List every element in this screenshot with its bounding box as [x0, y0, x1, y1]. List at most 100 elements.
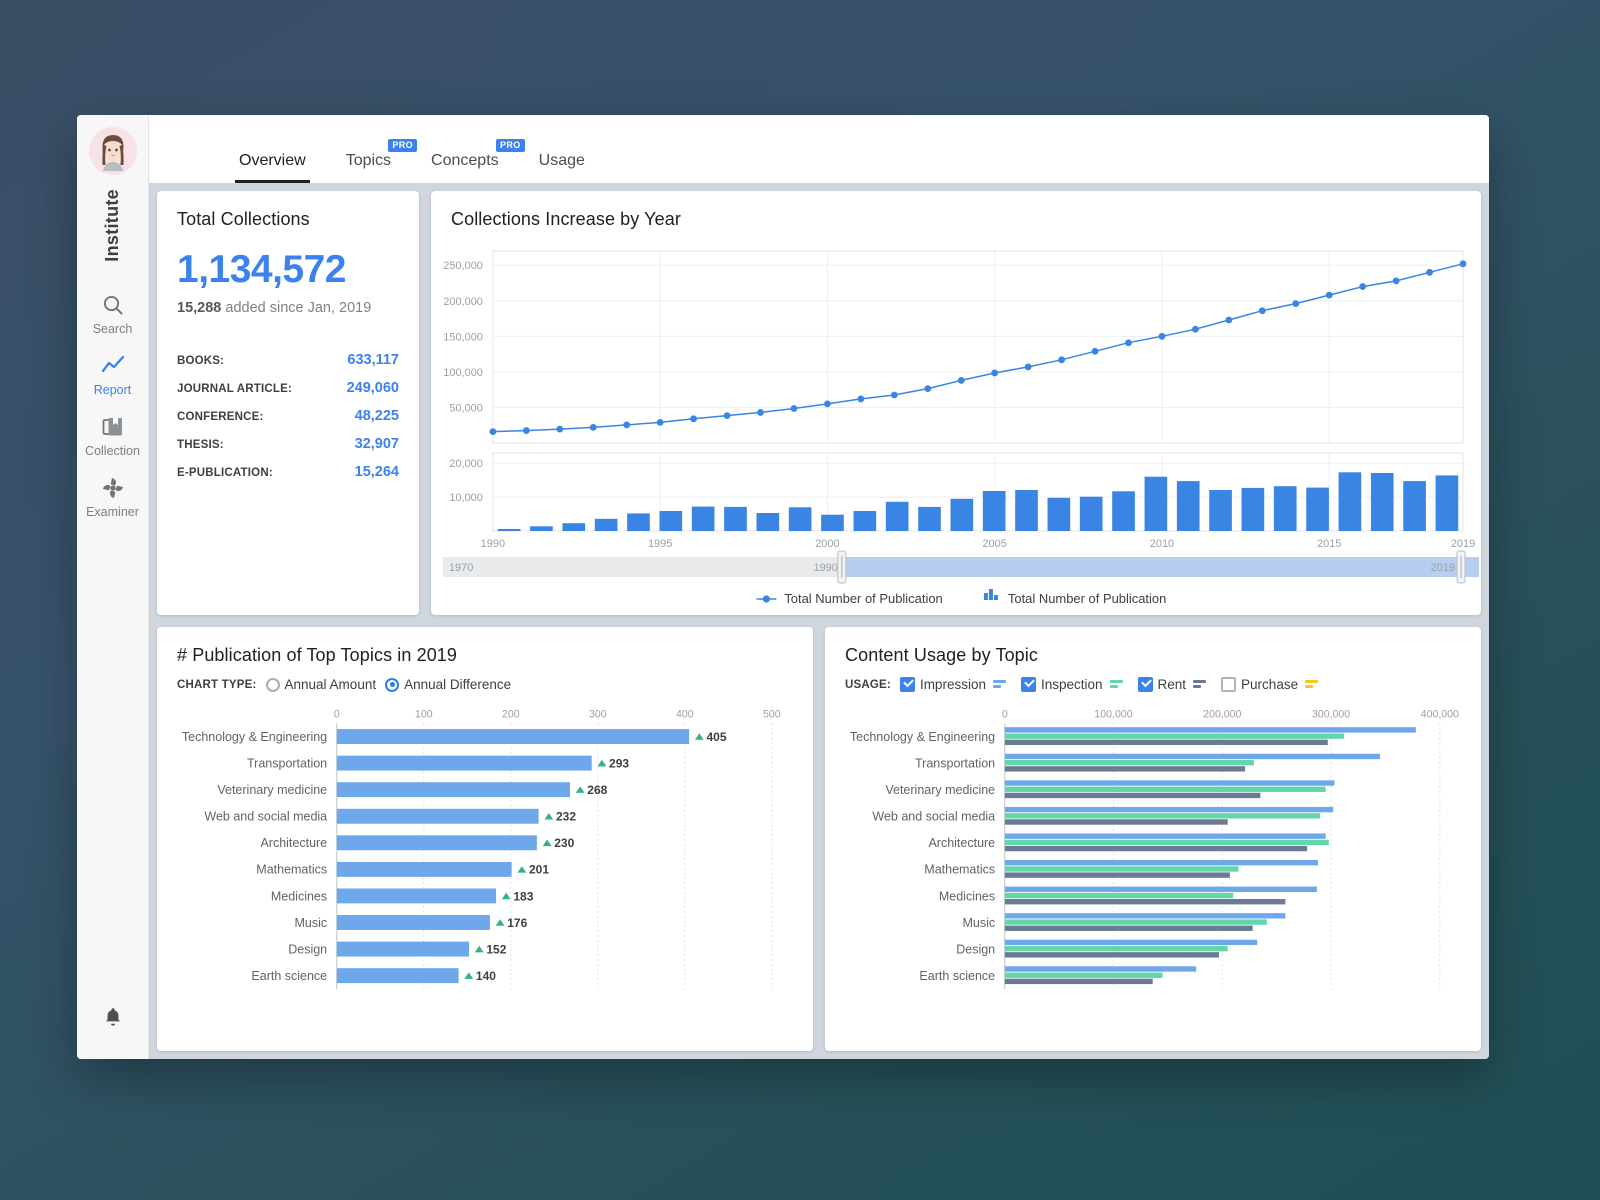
line-data-point[interactable] [957, 377, 965, 384]
line-data-point[interactable] [991, 369, 999, 377]
checkbox-rent[interactable]: Rent [1137, 677, 1207, 692]
breakdown-value[interactable]: 32,907 [355, 436, 399, 452]
line-data-point[interactable] [656, 418, 664, 426]
bar-data-point[interactable] [724, 506, 747, 531]
bar-data-point[interactable] [1015, 490, 1038, 531]
breakdown-value[interactable]: 249,060 [347, 380, 399, 396]
bar-data-point[interactable] [336, 755, 592, 771]
line-data-point[interactable] [857, 395, 865, 403]
tab-topics[interactable]: Topics PRO [346, 139, 418, 183]
bar-data-point[interactable] [1004, 733, 1345, 739]
line-data-point[interactable] [723, 412, 731, 420]
checkbox-inspection[interactable]: Inspection [1020, 677, 1123, 692]
bar-data-point[interactable] [853, 511, 877, 531]
top-topics-chart[interactable]: 0 100 200 300 400 500 Technology & Engineering… [177, 698, 793, 1018]
bar-data-point[interactable] [1004, 813, 1321, 819]
bar-data-point[interactable] [885, 501, 909, 531]
tab-usage[interactable]: Usage [539, 152, 585, 183]
line-data-point[interactable] [924, 385, 932, 392]
bar-data-point[interactable] [982, 491, 1006, 531]
radio-annual-amount[interactable]: Annual Amount [265, 677, 376, 692]
line-data-point[interactable] [1392, 277, 1400, 285]
bar-data-point[interactable] [691, 506, 715, 531]
bar-data-point[interactable] [1004, 872, 1230, 878]
sidebar-item-report[interactable]: Report [77, 345, 149, 406]
radio-annual-difference[interactable]: Annual Difference [385, 677, 511, 692]
bar-data-point[interactable] [918, 506, 941, 531]
line-data-point[interactable] [1225, 316, 1233, 324]
tab-concepts[interactable]: Concepts PRO [431, 139, 525, 183]
bar-data-point[interactable] [336, 888, 496, 904]
bar-data-point[interactable] [659, 511, 683, 531]
line-data-point[interactable] [1258, 307, 1266, 315]
bar-data-point[interactable] [1004, 845, 1308, 852]
bar-data-point[interactable] [1004, 833, 1326, 839]
bar-data-point[interactable] [1004, 866, 1239, 872]
range-slider[interactable]: 1970 1990 2019 [442, 550, 1480, 584]
bar-data-point[interactable] [1004, 952, 1220, 958]
bar-data-point[interactable] [336, 782, 570, 798]
bar-data-point[interactable] [627, 513, 650, 531]
bar-data-point[interactable] [336, 861, 512, 877]
bar-data-point[interactable] [1004, 925, 1253, 931]
bar-data-point[interactable] [336, 968, 459, 984]
line-data-point[interactable] [690, 415, 697, 423]
breakdown-value[interactable]: 15,264 [355, 464, 399, 480]
line-data-point[interactable] [790, 405, 798, 412]
bar-data-point[interactable] [1209, 490, 1232, 531]
bar-data-point[interactable] [1004, 753, 1381, 760]
bar-data-point[interactable] [1004, 966, 1197, 972]
bar-data-point[interactable] [1435, 475, 1459, 531]
bar-data-point[interactable] [1004, 886, 1317, 892]
bar-data-point[interactable] [1403, 481, 1426, 531]
sidebar-item-examiner[interactable]: Examiner [77, 467, 149, 528]
bar-data-point[interactable] [1112, 491, 1135, 531]
bar-data-point[interactable] [821, 514, 844, 531]
bar-data-point[interactable] [756, 513, 780, 531]
line-data-point[interactable] [589, 423, 597, 431]
bar-data-point[interactable] [336, 835, 537, 851]
tab-overview[interactable]: Overview [235, 152, 310, 183]
line-data-point[interactable] [1459, 260, 1467, 268]
bar-data-point[interactable] [1004, 860, 1318, 866]
line-data-point[interactable] [1091, 347, 1099, 355]
bar-data-point[interactable] [1176, 481, 1200, 531]
bar-data-point[interactable] [1004, 739, 1328, 746]
bar-data-point[interactable] [1004, 919, 1267, 925]
breakdown-value[interactable]: 633,117 [347, 352, 399, 368]
line-data-point[interactable] [522, 427, 530, 434]
avatar[interactable] [88, 127, 137, 175]
content-usage-chart[interactable]: 0 100,000 200,000 300,000 400,000 Technology … [845, 698, 1461, 1018]
range-slider-selection[interactable] [841, 557, 1480, 577]
line-data-point[interactable] [1359, 283, 1367, 290]
bar-data-point[interactable] [336, 915, 490, 930]
bar-data-point[interactable] [1004, 892, 1234, 899]
bar-data-point[interactable] [1338, 472, 1362, 531]
bar-data-point[interactable] [1004, 839, 1329, 846]
bar-data-point[interactable] [1004, 806, 1334, 813]
breakdown-value[interactable]: 48,225 [355, 408, 399, 424]
notification-bell-icon[interactable] [102, 1006, 124, 1033]
sidebar-item-collection[interactable]: Collection [77, 406, 149, 467]
line-data-point[interactable] [489, 428, 497, 436]
line-data-point[interactable] [1058, 356, 1065, 364]
line-data-point[interactable] [824, 400, 831, 408]
bar-data-point[interactable] [1004, 899, 1286, 905]
checkbox-purchase[interactable]: Purchase [1221, 677, 1319, 692]
bar-data-point[interactable] [1004, 766, 1246, 772]
bar-data-point[interactable] [1004, 913, 1286, 919]
bar-data-point[interactable] [1004, 780, 1335, 786]
line-data-point[interactable] [1024, 363, 1032, 371]
bar-data-point[interactable] [1004, 945, 1228, 952]
bar-data-point[interactable] [1004, 939, 1258, 946]
line-data-point[interactable] [1292, 300, 1300, 308]
bar-data-point[interactable] [497, 529, 521, 531]
checkbox-impression[interactable]: Impression [899, 677, 1006, 692]
bar-data-point[interactable] [1241, 487, 1265, 531]
line-data-point[interactable] [1158, 332, 1166, 340]
sidebar-item-search[interactable]: Search [77, 284, 149, 345]
bar-data-point[interactable] [562, 523, 586, 531]
bar-data-point[interactable] [336, 729, 690, 745]
bar-data-point[interactable] [336, 941, 470, 957]
bar-data-point[interactable] [1004, 978, 1153, 985]
